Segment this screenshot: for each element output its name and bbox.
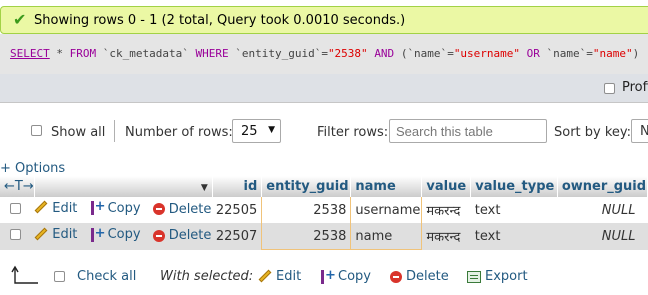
check-all-checkbox[interactable] bbox=[54, 271, 65, 282]
sort-by-key-label: Sort by key: bbox=[554, 125, 632, 140]
bulk-actions-bar: Check all With selected: Edit Copy Delet… bbox=[0, 264, 648, 292]
delete-icon bbox=[152, 229, 165, 242]
pencil-icon bbox=[258, 270, 272, 284]
cell-value: मकरन्द bbox=[421, 197, 471, 223]
query-status-text: Showing rows 0 - 1 (2 total, Query took … bbox=[34, 13, 406, 28]
column-header-owner-guid[interactable]: owner_guid bbox=[557, 176, 648, 197]
navigation-controls: Show all Number of rows: 25 ▼ Filter row… bbox=[0, 117, 648, 147]
column-header-id[interactable]: id bbox=[212, 176, 263, 197]
export-icon bbox=[467, 270, 481, 283]
cell-value-type: text bbox=[470, 197, 558, 223]
show-all-label[interactable]: Show all bbox=[51, 125, 105, 140]
show-all-checkbox[interactable] bbox=[31, 125, 42, 136]
divider bbox=[114, 120, 115, 142]
results-table: ←T→ ▼ id entity_guid name value value_ty… bbox=[0, 176, 648, 250]
sql-select-keyword[interactable]: SELECT bbox=[10, 47, 50, 60]
row-checkbox[interactable] bbox=[10, 202, 21, 214]
row-checkbox[interactable] bbox=[10, 228, 21, 240]
chevron-down-icon: ▼ bbox=[268, 125, 275, 135]
options-link[interactable]: + Options bbox=[0, 161, 65, 176]
profiling-label: Profi bbox=[622, 80, 648, 95]
cell-entity-guid: 2538 bbox=[261, 197, 352, 223]
bulk-export-button[interactable]: Export bbox=[467, 269, 528, 284]
edit-button[interactable]: Edit bbox=[34, 227, 77, 242]
copy-button[interactable]: Copy bbox=[90, 226, 141, 242]
with-selected-label: With selected: bbox=[160, 269, 254, 284]
cell-name: name bbox=[350, 223, 423, 250]
bulk-delete-button[interactable]: Delete bbox=[390, 269, 449, 284]
pencil-icon bbox=[34, 201, 48, 215]
filter-rows-label: Filter rows: bbox=[317, 125, 389, 140]
column-sort-dropdown[interactable]: ▼ bbox=[34, 176, 213, 197]
column-header-name[interactable]: name bbox=[350, 176, 423, 197]
nav-arrows-header[interactable]: ←T→ bbox=[0, 176, 35, 197]
arrow-up-left-icon bbox=[11, 265, 38, 284]
chevron-down-icon: ▼ bbox=[200, 183, 208, 193]
column-header-value[interactable]: value bbox=[421, 176, 472, 197]
check-all-label[interactable]: Check all bbox=[77, 269, 136, 284]
copy-icon bbox=[90, 199, 105, 216]
sql-query: SELECT * FROM `ck_metadata` WHERE `entit… bbox=[10, 47, 640, 60]
cell-name: username bbox=[350, 197, 423, 223]
cell-value: मकरन्द bbox=[421, 223, 471, 250]
number-of-rows-label: Number of rows: bbox=[125, 125, 233, 140]
column-header-entity-guid[interactable]: entity_guid bbox=[261, 176, 352, 197]
copy-icon bbox=[90, 226, 105, 242]
delete-button[interactable]: Delete bbox=[152, 202, 211, 217]
delete-button[interactable]: Delete bbox=[152, 228, 211, 243]
delete-icon bbox=[390, 270, 402, 283]
bulk-edit-button[interactable]: Edit bbox=[258, 269, 301, 284]
number-of-rows-select[interactable]: 25 ▼ bbox=[232, 119, 281, 143]
cell-id: 22507 bbox=[212, 223, 262, 250]
cell-owner-guid: NULL bbox=[557, 197, 648, 223]
copy-icon bbox=[320, 268, 336, 284]
copy-button[interactable]: Copy bbox=[90, 199, 141, 216]
edit-button[interactable]: Edit bbox=[34, 201, 77, 216]
cell-value-type: text bbox=[470, 223, 558, 250]
pencil-icon bbox=[34, 228, 48, 242]
column-header-value-type[interactable]: value_type bbox=[470, 176, 558, 197]
profiling-bar: Profi bbox=[0, 74, 648, 103]
filter-rows-input[interactable] bbox=[389, 119, 547, 143]
cell-owner-guid: NULL bbox=[557, 223, 648, 250]
bulk-copy-button[interactable]: Copy bbox=[320, 268, 371, 284]
success-message: ✔ Showing rows 0 - 1 (2 total, Query too… bbox=[0, 6, 648, 34]
check-icon: ✔ bbox=[13, 10, 27, 29]
table-row: Edit Copy Delete 22507 2538 name मकरन्द … bbox=[0, 223, 648, 250]
profiling-checkbox[interactable] bbox=[604, 83, 615, 94]
cell-id: 22505 bbox=[212, 197, 262, 223]
sql-query-box: SELECT * FROM `ck_metadata` WHERE `entit… bbox=[0, 34, 648, 75]
table-row: Edit Copy Delete 22505 2538 username मकर… bbox=[0, 197, 648, 223]
delete-icon bbox=[152, 203, 165, 216]
cell-entity-guid: 2538 bbox=[261, 223, 352, 250]
sort-by-key-select[interactable]: N bbox=[631, 119, 648, 143]
